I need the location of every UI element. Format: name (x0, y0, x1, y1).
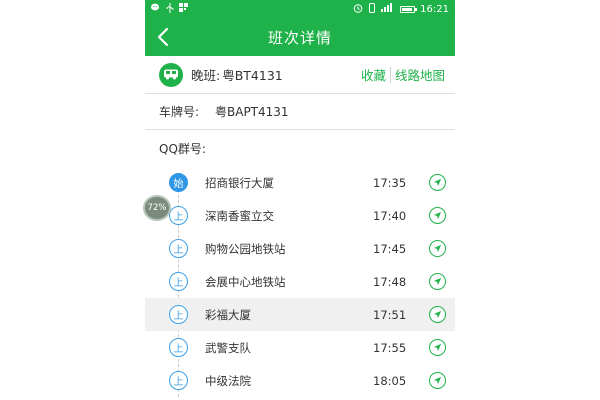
wechat-icon (151, 3, 161, 15)
status-bar: 16:21 (145, 0, 455, 18)
plate-label: 车牌号: (159, 105, 200, 119)
stop-time: 17:45 (373, 241, 407, 256)
stop-name: 招商银行大厦 (205, 175, 274, 190)
page-title: 班次详情 (267, 28, 332, 47)
shift-label: 晚班: (191, 68, 221, 83)
stop-time: 17:51 (373, 307, 407, 322)
route-code: 粤BT4131 (222, 68, 283, 83)
status-time: 16:21 (420, 3, 449, 15)
floating-progress-badge[interactable]: 72% (145, 197, 169, 219)
stop-marker-start: 始 (169, 173, 188, 192)
signal-icon (381, 3, 395, 15)
stop-marker-board: 上 (169, 239, 188, 258)
phone-screen: 16:21 班次详情 晚班: 粤BT4131 收藏 线路地图 车牌号: 粤BAP… (145, 0, 455, 400)
navigate-button[interactable] (429, 306, 446, 323)
navigation-arrow-icon (433, 211, 442, 220)
stop-name: 购物公园地铁站 (205, 241, 286, 256)
stop-item[interactable]: 上 武警支队 17:55 (145, 331, 455, 364)
battery-level (402, 7, 413, 11)
stop-name: 彩福大厦 (205, 307, 251, 322)
navigate-button[interactable] (429, 273, 446, 290)
vibrate-icon (368, 2, 376, 16)
stop-marker-board: 上 (169, 371, 188, 390)
barcode-icon (179, 3, 188, 15)
qq-group-row: QQ群号: (145, 130, 455, 166)
stop-marker-board: 上 (169, 272, 188, 291)
route-map-button[interactable]: 线路地图 (395, 65, 445, 84)
stop-marker-board: 上 (169, 206, 188, 225)
stop-item[interactable]: 上 购物公园地铁站 17:45 (145, 232, 455, 265)
stop-marker-board: 上 (169, 305, 188, 324)
navigation-arrow-icon (433, 277, 442, 286)
plate-value: 粤BAPT4131 (215, 105, 289, 119)
navigate-button[interactable] (429, 372, 446, 389)
stop-name: 中级法院 (205, 373, 251, 388)
stop-item[interactable]: 上 彩福大厦 17:51 (145, 298, 455, 331)
navigation-arrow-icon (433, 310, 442, 319)
usb-icon (166, 2, 174, 16)
right-margin (455, 0, 600, 400)
navigate-button[interactable] (429, 207, 446, 224)
stop-name: 会展中心地铁站 (205, 274, 286, 289)
stop-time: 17:40 (373, 208, 407, 223)
chevron-left-icon (157, 27, 169, 47)
stop-item[interactable]: 始 招商银行大厦 17:35 (145, 166, 455, 199)
stop-time: 17:35 (373, 175, 407, 190)
stop-item[interactable]: 上 会展中心地铁站 17:48 (145, 265, 455, 298)
navigate-button[interactable] (429, 174, 446, 191)
stop-time: 17:55 (373, 340, 407, 355)
plate-row: 车牌号: 粤BAPT4131 (145, 94, 455, 130)
app-header: 班次详情 (145, 18, 455, 56)
navigation-arrow-icon (433, 244, 442, 253)
navigation-arrow-icon (433, 376, 442, 385)
favorite-button[interactable]: 收藏 (361, 65, 386, 84)
actions-divider (389, 66, 391, 83)
stop-time: 18:05 (373, 373, 407, 388)
stop-item[interactable]: 上 中级法院 18:05 (145, 364, 455, 397)
navigate-button[interactable] (429, 339, 446, 356)
stop-marker-board: 上 (169, 338, 188, 357)
stop-time: 17:48 (373, 274, 407, 289)
qq-group-label: QQ群号: (159, 141, 206, 156)
navigate-button[interactable] (429, 240, 446, 257)
battery-icon (400, 5, 418, 13)
route-info-row: 晚班: 粤BT4131 收藏 线路地图 (145, 56, 455, 94)
back-button[interactable] (151, 23, 175, 51)
bus-icon (159, 62, 183, 87)
navigation-arrow-icon (433, 343, 442, 352)
stop-item[interactable]: 上 深南香蜜立交 17:40 (145, 199, 455, 232)
navigation-arrow-icon (433, 178, 442, 187)
stop-list: 始 招商银行大厦 17:35 上 深南香蜜立交 17:40 上 购物公园地铁站 … (145, 166, 455, 397)
left-margin (0, 0, 145, 400)
stop-name: 武警支队 (205, 340, 251, 355)
stop-name: 深南香蜜立交 (205, 208, 274, 223)
alarm-icon (353, 3, 363, 16)
